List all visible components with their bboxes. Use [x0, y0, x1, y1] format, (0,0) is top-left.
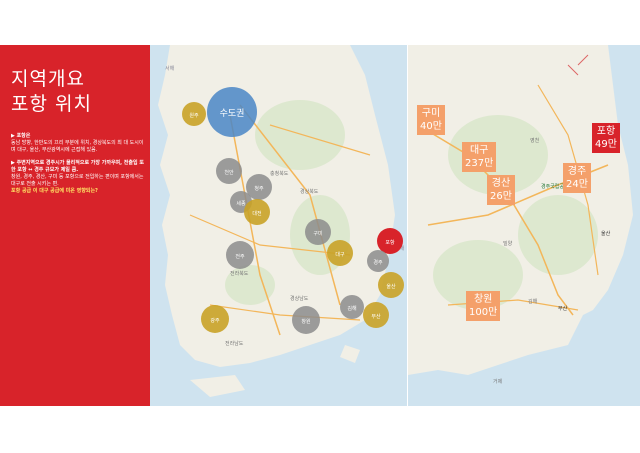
korea-map-svg: 서해 동해 경상북도 충청북도 경상남도 전라남도 전라북도 수도권 원주 천안…: [158, 45, 405, 397]
bubble-label: 대전: [252, 210, 262, 217]
bubble-daegu[interactable]: 대구: [327, 240, 353, 266]
province-gyeongnam: 경상남도: [290, 295, 309, 302]
label-city: 구미: [421, 108, 441, 119]
jeju-island: [190, 375, 245, 397]
bubble-gyeongju[interactable]: 경주: [367, 250, 389, 272]
label-population: 49만: [595, 139, 617, 150]
regional-map-svg: 영천 경주국립공원 울산 부산 김해 거제 밀양: [408, 45, 633, 385]
label-city: 대구: [469, 145, 489, 156]
bubble-wonju[interactable]: 원주: [182, 102, 206, 126]
description: ▶ 포항은 동남 방향, 한반도의 끄리 부분에 위치, 경상북도의 최 대 도…: [11, 133, 145, 201]
label-city: 포항: [596, 126, 616, 137]
label-city: 창원: [473, 294, 493, 305]
bubble-cheonan[interactable]: 천안: [216, 158, 242, 184]
label-box-pohang[interactable]: 포항 49만: [592, 123, 620, 153]
bubble-label: 부산: [371, 313, 381, 320]
title-line-1: 지역개요: [11, 68, 85, 90]
bubble-gimhae[interactable]: 김해: [340, 295, 364, 319]
label-box-gumi[interactable]: 구미 40만: [417, 105, 445, 135]
bullet-heading-2: ▶ 주변지역으로 경주시가 물리적으로 가장 가까우며, 전출입 또한 포항 ↔…: [11, 160, 144, 173]
label-box-daegu[interactable]: 대구 237만: [462, 142, 497, 172]
bubble-pohang[interactable]: 포항: [377, 228, 403, 254]
land-mass: [408, 45, 633, 375]
title-panel: 지역개요 포항 위치 ▶ 포항은 동남 방향, 한반도의 끄리 부분에 위치, …: [0, 45, 150, 406]
bubble-jeonju[interactable]: 전주: [226, 241, 254, 269]
place-label: 거제: [493, 378, 503, 385]
sea-label-west: 서해: [165, 65, 175, 72]
province-jeonnam: 전라남도: [225, 340, 244, 347]
place-label: 부산: [558, 305, 568, 312]
place-label: 영천: [530, 137, 540, 144]
korea-map[interactable]: 서해 동해 경상북도 충청북도 경상남도 전라남도 전라북도 수도권 원주 천안…: [150, 45, 408, 406]
bubble-label: 광주: [210, 317, 220, 324]
slide: 지역개요 포항 위치 ▶ 포항은 동남 방향, 한반도의 끄리 부분에 위치, …: [0, 45, 640, 406]
label-population: 237만: [465, 158, 494, 169]
bubble-label: 청주: [254, 186, 264, 192]
bullet-body-1: 동남 방향, 한반도의 끄리 부분에 위치, 경상북도의 최 대 도시이며 대구…: [11, 140, 144, 153]
label-city: 경주: [567, 166, 587, 177]
bubble-label: 창원: [301, 318, 311, 325]
description-paragraph-2: ▶ 주변지역으로 경주시가 물리적으로 가장 가까우며, 전출입 또한 포항 ↔…: [11, 160, 145, 195]
label-box-changwon[interactable]: 창원 100만: [466, 291, 501, 321]
bubble-daejeon[interactable]: 대전: [244, 199, 270, 225]
label-population: 24만: [566, 179, 588, 190]
label-population: 26만: [490, 191, 512, 202]
bubble-changwon[interactable]: 창원: [292, 306, 320, 334]
label-box-gyeongju[interactable]: 경주 24만: [563, 163, 591, 193]
label-population: 40만: [420, 121, 442, 132]
island: [340, 345, 360, 363]
bubble-sudogwon[interactable]: 수도권: [207, 87, 257, 137]
land-mass: [158, 45, 395, 367]
bubble-label: 포항: [385, 239, 395, 246]
province-gyeongbuk: 경상북도: [300, 188, 319, 195]
bubble-label: 울산: [386, 283, 396, 290]
bubble-label: 대구: [335, 251, 345, 258]
mountain-area: [255, 100, 345, 170]
bubble-label: 전주: [235, 253, 245, 260]
label-population: 100만: [469, 307, 498, 318]
place-label: 밀양: [503, 240, 513, 247]
page-title: 지역개요 포항 위치: [11, 67, 92, 117]
title-line-2: 포항 위치: [11, 93, 92, 115]
bubble-ulsan[interactable]: 울산: [378, 272, 404, 298]
regional-map[interactable]: 영천 경주국립공원 울산 부산 김해 거제 밀양 구미 40만 대구 237만 …: [408, 45, 640, 406]
bubble-busan[interactable]: 부산: [363, 302, 389, 328]
bubble-label: 세종: [236, 200, 246, 207]
bubble-label: 천안: [224, 169, 234, 176]
highlight-text: 포항 공급 이 대구 공급에 미온 영향되는?: [11, 188, 98, 194]
bubble-label: 경주: [373, 259, 383, 266]
mountain-area: [518, 195, 598, 275]
bubble-label: 구미: [313, 230, 322, 237]
label-city: 경산: [491, 178, 511, 189]
label-box-gyeongsan[interactable]: 경산 26만: [487, 175, 515, 205]
province-jeonbuk: 전라북도: [230, 270, 249, 277]
place-label: 김해: [528, 298, 538, 305]
description-paragraph-1: ▶ 포항은 동남 방향, 한반도의 끄리 부분에 위치, 경상북도의 최 대 도…: [11, 133, 145, 154]
bubble-gumi[interactable]: 구미: [305, 219, 331, 245]
bubble-gwangju[interactable]: 광주: [201, 305, 229, 333]
bullet-body-2: 창원, 경주, 경산, 구미 등 포항으로 전입하는 편이며 포항에서는 대구로…: [11, 174, 144, 187]
place-label: 울산: [601, 230, 611, 237]
province-chungbuk: 충청북도: [270, 170, 289, 177]
bubble-label: 원주: [189, 112, 199, 119]
bullet-heading-1: ▶ 포항은: [11, 133, 31, 139]
bubble-label: 김해: [347, 305, 357, 312]
bubble-label: 수도권: [220, 107, 245, 119]
